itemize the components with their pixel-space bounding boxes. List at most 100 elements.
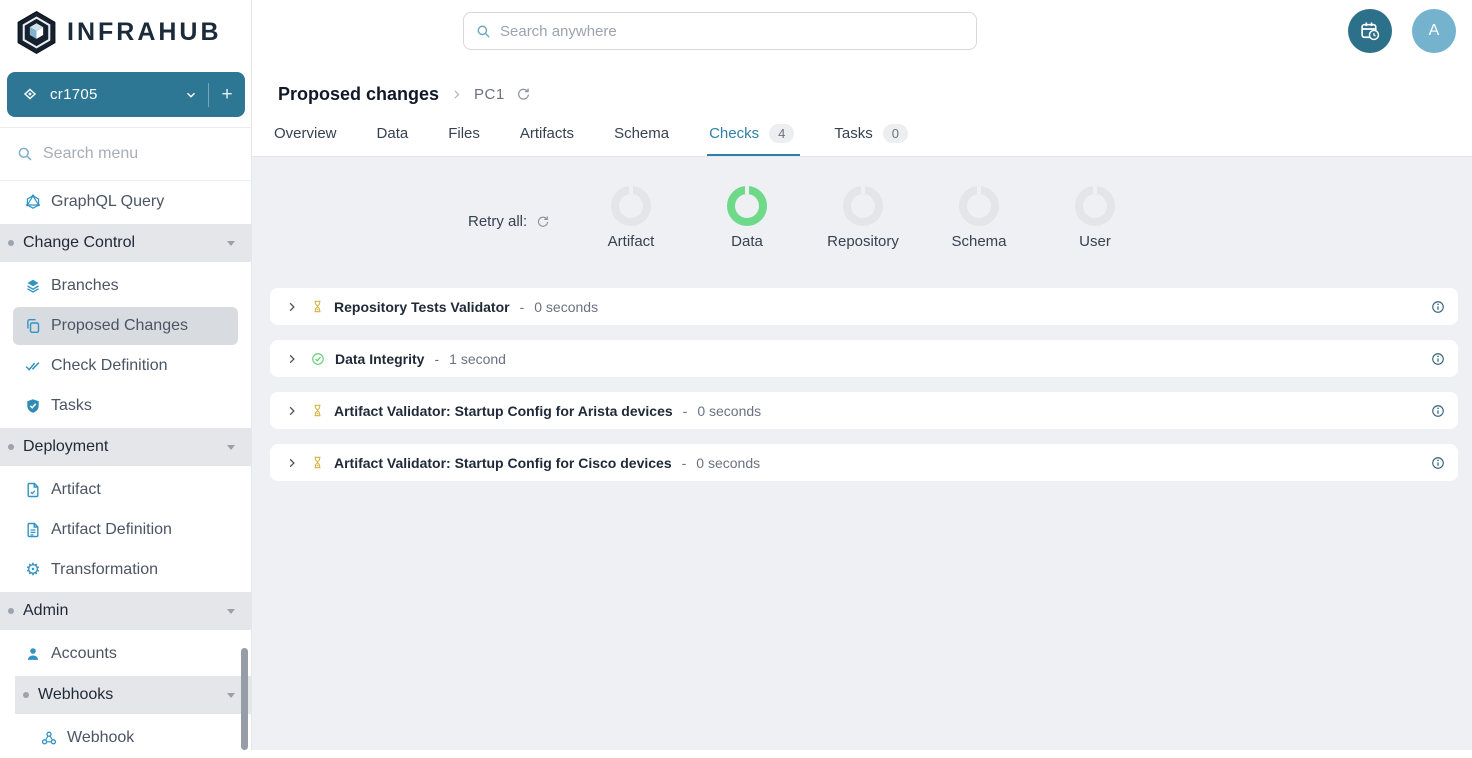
section-label: Admin — [23, 602, 68, 620]
tab-tasks[interactable]: Tasks 0 — [834, 111, 908, 156]
chevron-down-icon[interactable] — [184, 88, 198, 102]
app-logo[interactable]: INFRAHUB — [0, 0, 251, 56]
info-icon[interactable] — [1431, 352, 1445, 366]
check-duration: 1 second — [449, 351, 506, 367]
check-row[interactable]: Repository Tests Validator - 0 seconds — [270, 288, 1458, 325]
chevron-right-icon — [450, 88, 463, 101]
sidebar-item-check-definition[interactable]: Check Definition — [0, 346, 251, 386]
check-row[interactable]: Artifact Validator: Startup Config for C… — [270, 444, 1458, 481]
validator-schema: Schema — [921, 186, 1037, 250]
menu-search-input[interactable] — [43, 145, 213, 163]
validator-data: Data — [689, 186, 805, 250]
sidebar-item-branches[interactable]: Branches — [0, 266, 251, 306]
retry-all: Retry all: — [468, 213, 550, 230]
sidebar-item-label: Tasks — [51, 397, 92, 415]
bullet-icon — [8, 608, 14, 614]
top-header: A Proposed changes PC1 Overview Data Fil… — [252, 0, 1472, 157]
sidebar-item-proposed-changes[interactable]: Proposed Changes — [0, 306, 251, 346]
validator-user: User — [1037, 186, 1153, 250]
sidebar-item-label: Transformation — [51, 561, 158, 579]
branch-name: cr1705 — [50, 86, 98, 103]
branch-icon — [22, 87, 38, 103]
sidebar-item-artifact[interactable]: Artifact — [0, 470, 251, 510]
check-row[interactable]: Artifact Validator: Startup Config for A… — [270, 392, 1458, 429]
sidebar-section-admin[interactable]: Admin — [0, 592, 251, 630]
sidebar-item-graphql-query[interactable]: GraphQL Query — [0, 182, 251, 222]
check-title: Data Integrity — [335, 351, 424, 367]
time-travel-button[interactable] — [1348, 9, 1392, 53]
add-branch-button[interactable]: + — [209, 84, 245, 106]
ring-data[interactable] — [727, 186, 767, 226]
bullet-icon — [23, 692, 29, 698]
sidebar-item-accounts[interactable]: Accounts — [0, 634, 251, 674]
collapse-triangle-icon[interactable] — [227, 609, 235, 614]
check-duration: 0 seconds — [696, 455, 760, 471]
sidebar-item-label: Artifact — [51, 481, 101, 499]
tab-files[interactable]: Files — [448, 111, 480, 156]
refresh-icon[interactable] — [516, 87, 531, 102]
page-title[interactable]: Proposed changes — [278, 84, 439, 105]
search-icon — [17, 146, 33, 162]
sidebar-section-deployment[interactable]: Deployment — [0, 428, 251, 466]
gear-icon: ⚙ — [25, 562, 41, 578]
menu-search[interactable] — [0, 127, 251, 181]
sidebar-section-webhooks[interactable]: Webhooks — [15, 676, 251, 714]
branches-icon — [25, 278, 41, 294]
collapse-triangle-icon[interactable] — [227, 693, 235, 698]
breadcrumb-item: PC1 — [474, 86, 505, 103]
breadcrumb: Proposed changes PC1 — [278, 84, 531, 105]
tab-checks[interactable]: Checks 4 — [709, 111, 794, 156]
graphql-icon — [25, 194, 41, 210]
sidebar-scrollbar[interactable] — [241, 648, 248, 750]
sidebar-item-tasks[interactable]: Tasks — [0, 386, 251, 426]
expand-chevron-icon[interactable] — [286, 457, 298, 469]
sidebar-item-label: Check Definition — [51, 357, 168, 375]
sidebar-item-label: Proposed Changes — [51, 317, 188, 335]
validator-repository: Repository — [805, 186, 921, 250]
info-icon[interactable] — [1431, 404, 1445, 418]
expand-chevron-icon[interactable] — [286, 301, 298, 313]
avatar[interactable]: A — [1412, 9, 1456, 53]
section-label: Change Control — [23, 234, 135, 252]
info-icon[interactable] — [1431, 300, 1445, 314]
bullet-icon — [8, 444, 14, 450]
sidebar-nav: GraphQL Query Change Control Branches Pr… — [0, 182, 251, 758]
infrahub-hexagon-icon — [15, 10, 58, 55]
sidebar-item-artifact-definition[interactable]: Artifact Definition — [0, 510, 251, 550]
collapse-triangle-icon[interactable] — [227, 445, 235, 450]
webhook-icon — [41, 730, 57, 746]
sidebar-section-change-control[interactable]: Change Control — [0, 224, 251, 262]
tab-data[interactable]: Data — [377, 111, 409, 156]
ring-schema[interactable] — [959, 186, 999, 226]
ring-artifact[interactable] — [611, 186, 651, 226]
section-label: Webhooks — [38, 686, 113, 704]
sidebar-item-label: GraphQL Query — [51, 193, 164, 211]
expand-chevron-icon[interactable] — [286, 353, 298, 365]
tab-bar: Overview Data Files Artifacts Schema Che… — [274, 111, 908, 156]
file-text-icon — [25, 522, 41, 538]
info-icon[interactable] — [1431, 456, 1445, 470]
sidebar-item-webhook[interactable]: Webhook — [0, 718, 251, 758]
app-title: INFRAHUB — [67, 18, 222, 47]
sidebar-item-transformation[interactable]: ⚙ Transformation — [0, 550, 251, 590]
section-label: Deployment — [23, 438, 108, 456]
calendar-clock-icon — [1359, 20, 1382, 43]
global-search[interactable] — [463, 12, 977, 50]
check-circle-icon — [311, 352, 325, 366]
selected-item-highlight[interactable]: Proposed Changes — [13, 307, 238, 345]
sidebar-item-label: Artifact Definition — [51, 521, 172, 539]
check-row[interactable]: Data Integrity - 1 second — [270, 340, 1458, 377]
ring-user[interactable] — [1075, 186, 1115, 226]
global-search-input[interactable] — [500, 23, 940, 40]
branch-selector[interactable]: cr1705 + — [7, 72, 245, 117]
ring-repository[interactable] — [843, 186, 883, 226]
collapse-triangle-icon[interactable] — [227, 241, 235, 246]
expand-chevron-icon[interactable] — [286, 405, 298, 417]
retry-all-refresh-icon[interactable] — [536, 215, 550, 229]
tab-overview[interactable]: Overview — [274, 111, 337, 156]
tab-artifacts[interactable]: Artifacts — [520, 111, 574, 156]
tab-schema[interactable]: Schema — [614, 111, 669, 156]
hourglass-icon — [311, 300, 324, 313]
double-check-icon — [25, 358, 41, 374]
search-icon — [476, 24, 491, 39]
